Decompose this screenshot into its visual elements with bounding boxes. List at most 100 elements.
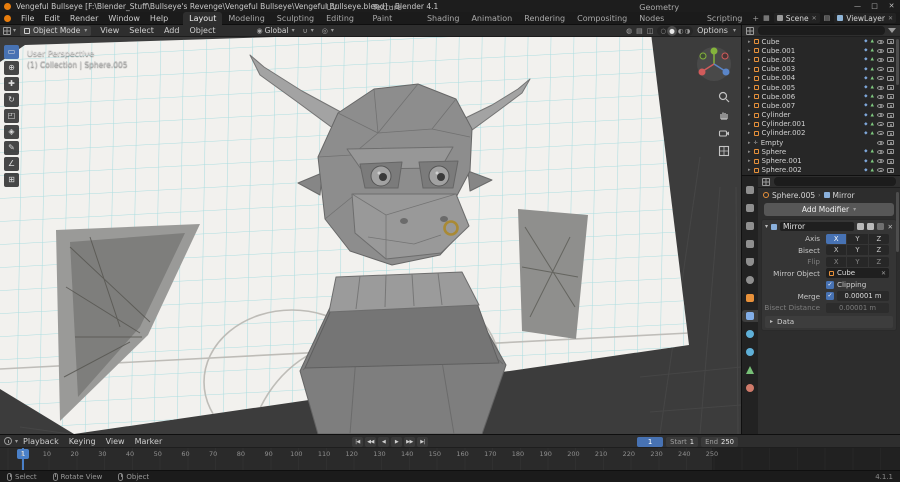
- hide-in-viewport-toggle[interactable]: [877, 149, 884, 154]
- properties-tab-data[interactable]: [742, 364, 758, 376]
- workspace-tab-shading[interactable]: Shading: [421, 12, 466, 25]
- bisect-y-button[interactable]: Y: [847, 245, 868, 256]
- transform-orientation-icon[interactable]: ◉: [257, 27, 263, 35]
- add-modifier-button[interactable]: Add Modifier ▾: [764, 203, 894, 216]
- hide-in-viewport-toggle[interactable]: [877, 131, 884, 136]
- modifier-name-field[interactable]: Mirror: [780, 222, 854, 231]
- disclosure-icon[interactable]: ▸: [748, 103, 751, 109]
- merge-checkbox[interactable]: ✓: [826, 292, 834, 301]
- hide-in-viewport-toggle[interactable]: [877, 94, 884, 99]
- disclosure-icon[interactable]: ▸: [748, 66, 751, 72]
- bisect-distance-field[interactable]: 0.00001 m: [826, 302, 889, 313]
- disclosure-icon[interactable]: ▸: [748, 48, 751, 54]
- show-gizmo-icon[interactable]: ◍: [626, 27, 632, 35]
- disable-in-render-toggle[interactable]: [887, 140, 894, 146]
- hide-in-viewport-toggle[interactable]: [877, 103, 884, 108]
- timeline-ruler[interactable]: 1 1 10 20 30 40 50 60 70 80 90 100 110 120 130 140 150 1…: [0, 448, 900, 470]
- timeline-menu-view[interactable]: View: [101, 435, 130, 448]
- disable-in-render-toggle[interactable]: [887, 57, 894, 63]
- workspace-tab-layout[interactable]: Layout: [183, 11, 223, 25]
- zoom-icon[interactable]: [718, 91, 730, 103]
- disable-in-render-toggle[interactable]: [887, 103, 894, 109]
- outliner-item[interactable]: ▸ Cube.006 ◆ ▲: [742, 92, 900, 101]
- perspective-toggle-icon[interactable]: [718, 145, 730, 157]
- tool-measure[interactable]: ∠: [4, 157, 19, 171]
- outliner-item[interactable]: ▸ Cube.007 ◆ ▲: [742, 101, 900, 110]
- hide-in-viewport-toggle[interactable]: [877, 67, 884, 72]
- pan-icon[interactable]: [718, 109, 730, 121]
- axis-x-button[interactable]: X: [826, 233, 847, 244]
- add-workspace-button[interactable]: +: [748, 12, 763, 25]
- mode-selector[interactable]: Object Mode ▾: [20, 25, 92, 36]
- data-subpanel[interactable]: ▸ Data: [765, 315, 893, 328]
- outliner-item[interactable]: ▸ Sphere.002 ◆ ▲: [742, 166, 900, 175]
- hide-in-viewport-toggle[interactable]: [877, 122, 884, 127]
- properties-tab-physics[interactable]: [742, 346, 758, 358]
- properties-search-input[interactable]: [774, 177, 896, 186]
- menu-edit[interactable]: Edit: [39, 12, 65, 25]
- disable-in-render-toggle[interactable]: [887, 130, 894, 136]
- outliner-item[interactable]: ▸ ✛ Empty: [742, 138, 900, 147]
- merge-value-field[interactable]: 0.00001 m: [837, 291, 889, 302]
- workspace-tab-animation[interactable]: Animation: [465, 12, 518, 25]
- workspace-tab-scripting[interactable]: Scripting: [701, 12, 749, 25]
- breadcrumb-object[interactable]: Sphere.005: [772, 191, 815, 200]
- menu-window[interactable]: Window: [103, 12, 145, 25]
- outliner-item[interactable]: ▸ Cube ◆ ▲: [742, 37, 900, 46]
- mirror-object-field[interactable]: Cube ✕: [826, 268, 889, 279]
- outliner-item[interactable]: ▸ Cube.002 ◆ ▲: [742, 55, 900, 64]
- menu-file[interactable]: File: [16, 12, 39, 25]
- toggle-xray-icon[interactable]: ◫: [647, 27, 654, 35]
- outliner-item[interactable]: ▸ Cube.003 ◆ ▲: [742, 65, 900, 74]
- tool-add-cube[interactable]: ⊞: [4, 173, 19, 187]
- outliner-item[interactable]: ▸ Sphere ◆ ▲: [742, 147, 900, 156]
- disclosure-icon[interactable]: ▸: [748, 57, 751, 63]
- timeline-menu-keying[interactable]: Keying: [64, 435, 101, 448]
- unlink-scene-icon[interactable]: ✕: [812, 15, 817, 22]
- tool-annotate[interactable]: ✎: [4, 141, 19, 155]
- properties-tab-particles[interactable]: [742, 328, 758, 340]
- editor-type-icon[interactable]: [3, 26, 11, 35]
- outliner-item[interactable]: ▸ Cube.004 ◆ ▲: [742, 74, 900, 83]
- disable-in-render-toggle[interactable]: [887, 112, 894, 118]
- outliner-item[interactable]: ▸ Cube.005 ◆ ▲: [742, 83, 900, 92]
- play-reverse-button[interactable]: ◀: [378, 436, 389, 447]
- prev-keyframe-button[interactable]: ◀◀: [365, 436, 376, 447]
- outliner-search-input[interactable]: [758, 26, 885, 35]
- hide-in-viewport-toggle[interactable]: [877, 140, 884, 145]
- disable-in-render-toggle[interactable]: [887, 149, 894, 155]
- jump-to-start-button[interactable]: |◀: [352, 436, 363, 447]
- end-frame-field[interactable]: End 250: [701, 436, 738, 447]
- disable-in-render-toggle[interactable]: [887, 66, 894, 72]
- timeline-menu-playback[interactable]: Playback: [18, 435, 64, 448]
- disable-in-render-toggle[interactable]: [887, 48, 894, 54]
- disclosure-icon[interactable]: ▸: [748, 130, 751, 136]
- viewport-menu-view[interactable]: View: [95, 24, 124, 37]
- disclosure-icon[interactable]: ▸: [748, 112, 751, 118]
- blender-menu-icon[interactable]: [4, 14, 11, 22]
- hide-in-viewport-toggle[interactable]: [877, 76, 884, 81]
- viewlayer-menu-icon[interactable]: ▤: [824, 14, 831, 22]
- properties-tab-material[interactable]: [742, 382, 758, 394]
- shading-rendered-icon[interactable]: ◑: [684, 26, 690, 36]
- hide-in-viewport-toggle[interactable]: [877, 159, 884, 164]
- properties-tab-output[interactable]: [742, 220, 758, 232]
- disable-in-render-toggle[interactable]: [887, 167, 894, 173]
- viewport-3d[interactable]: ▭ ⊕ ✚ ↻ ◰ ◈ ✎ ∠ ⊞ User Perspective (1) Collectio…: [0, 37, 741, 434]
- remove-viewlayer-icon[interactable]: ✕: [888, 15, 893, 22]
- shading-wireframe-icon[interactable]: ○: [660, 26, 666, 36]
- tool-select-box[interactable]: ▭: [4, 45, 19, 59]
- jump-to-end-button[interactable]: ▶|: [417, 436, 428, 447]
- camera-view-icon[interactable]: [718, 127, 730, 139]
- properties-tab-modifiers[interactable]: [742, 310, 758, 322]
- edit-mode-display-toggle[interactable]: [856, 223, 864, 230]
- minimize-button[interactable]: —: [849, 0, 866, 12]
- shading-material-icon[interactable]: ◐: [678, 26, 684, 36]
- flip-y-button[interactable]: Y: [847, 256, 868, 267]
- next-keyframe-button[interactable]: ▶▶: [404, 436, 415, 447]
- properties-tab-scene[interactable]: [742, 256, 758, 268]
- axis-z-button[interactable]: Z: [868, 233, 889, 244]
- disable-in-render-toggle[interactable]: [887, 121, 894, 127]
- realtime-display-toggle[interactable]: [866, 223, 874, 230]
- disable-in-render-toggle[interactable]: [887, 85, 894, 91]
